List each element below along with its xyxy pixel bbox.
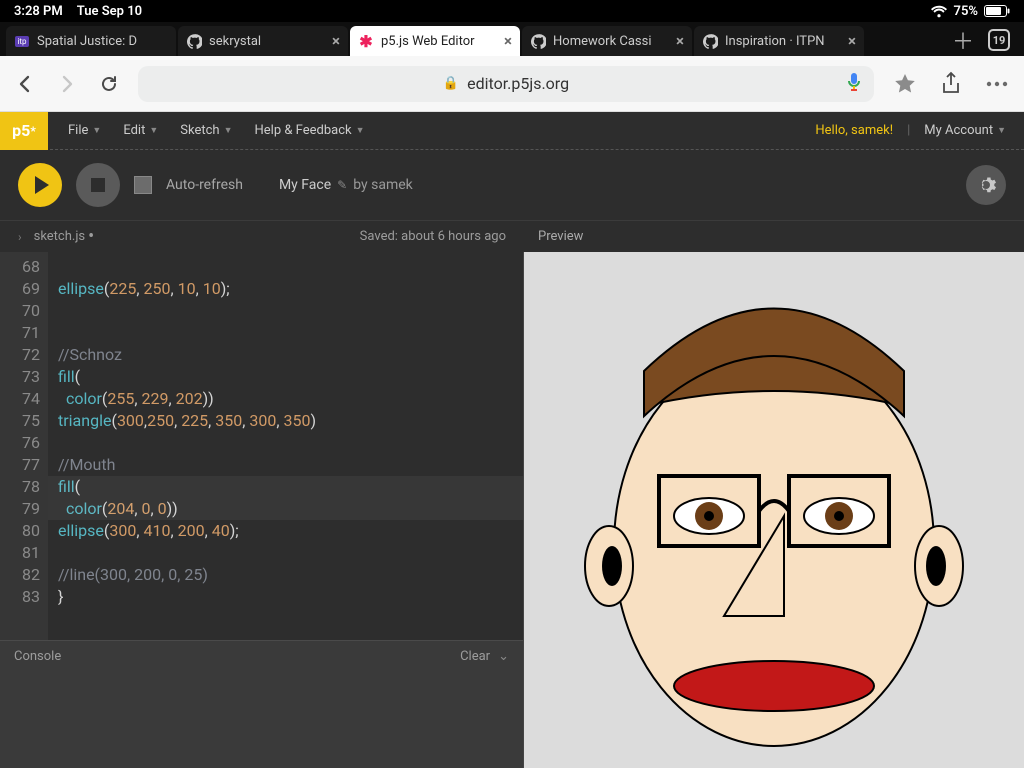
auto-refresh-checkbox[interactable] <box>134 176 152 194</box>
back-button[interactable] <box>12 71 38 97</box>
chevron-down-icon: ▼ <box>92 125 101 136</box>
preview-label: Preview <box>524 229 583 244</box>
gear-icon <box>976 175 996 195</box>
sketch-title[interactable]: My Face <box>279 177 331 193</box>
preview-panel <box>524 252 1024 768</box>
tab-close-icon[interactable]: × <box>676 32 684 50</box>
battery-icon <box>984 5 1010 17</box>
mic-icon[interactable] <box>846 72 862 96</box>
tab-p5-editor[interactable]: ✱ p5.js Web Editor × <box>350 26 520 56</box>
menu-file-label: File <box>68 123 88 138</box>
favicon-github <box>530 33 546 49</box>
tab-close-icon[interactable]: × <box>848 32 856 50</box>
tab-homework[interactable]: Homework Cassi × <box>522 26 692 56</box>
tab-close-icon[interactable]: × <box>504 32 512 50</box>
share-icon[interactable] <box>936 71 966 97</box>
sidebar-toggle-chevron[interactable]: › <box>0 230 34 244</box>
browser-address-bar: 🔒 editor.p5js.org <box>0 56 1024 112</box>
p5-menu-bar: p5* File ▼ Edit ▼ Sketch ▼ Help & Feedback ▼… <box>0 112 1024 150</box>
settings-gear-button[interactable] <box>966 165 1006 205</box>
main-split: 68697071727374757677787980818283 ellipse… <box>0 252 1024 768</box>
file-tab-name[interactable]: sketch.js <box>34 229 86 244</box>
auto-refresh-label: Auto-refresh <box>166 177 243 193</box>
url-text: editor.p5js.org <box>467 74 569 93</box>
chevron-down-icon: ▼ <box>356 125 365 136</box>
forward-button[interactable] <box>54 71 80 97</box>
new-tab-button[interactable]: ＋ <box>952 24 974 56</box>
wifi-icon <box>930 5 948 18</box>
console-header: Console Clear ⌄ <box>0 640 523 672</box>
play-button[interactable] <box>18 163 62 207</box>
console-label: Console <box>14 649 61 664</box>
chevron-down-icon: ▼ <box>224 125 233 136</box>
p5-logo[interactable]: p5* <box>0 112 48 150</box>
chevron-down-icon[interactable]: ⌄ <box>498 649 509 664</box>
tab-close-icon[interactable]: × <box>332 32 340 50</box>
file-header: › sketch.js • Saved: about 6 hours ago P… <box>0 220 1024 252</box>
tab-title: Spatial Justice: D <box>37 34 168 49</box>
tab-sekrystal[interactable]: sekrystal × <box>178 26 348 56</box>
browser-tab-strip: itp Spatial Justice: D sekrystal × ✱ p5.… <box>0 22 1024 56</box>
console-clear-button[interactable]: Clear <box>460 649 490 664</box>
status-time: 3:28 PM <box>14 4 63 19</box>
unsaved-dot-icon: • <box>88 233 94 241</box>
url-box[interactable]: 🔒 editor.p5js.org <box>138 66 874 102</box>
tab-title: Inspiration · ITPN <box>725 34 841 49</box>
divider: | <box>907 123 910 138</box>
greeting-text: Hello, samek! <box>815 123 893 138</box>
chevron-down-icon: ▼ <box>997 125 1006 136</box>
console-body[interactable] <box>0 672 523 768</box>
menu-sketch-label: Sketch <box>180 123 219 138</box>
menu-my-account[interactable]: My Account ▼ <box>924 123 1006 138</box>
menu-sketch[interactable]: Sketch ▼ <box>180 123 232 138</box>
menu-help[interactable]: Help & Feedback ▼ <box>254 123 364 138</box>
reload-button[interactable] <box>96 71 122 97</box>
status-date: Tue Sep 10 <box>77 4 142 19</box>
stop-button[interactable] <box>76 163 120 207</box>
editor-toolbar: Auto-refresh My Face ✎ by samek <box>0 150 1024 220</box>
code-body[interactable]: ellipse(225, 250, 10, 10); //Schnozfill(… <box>48 252 523 640</box>
more-icon[interactable] <box>982 80 1012 88</box>
tab-spatial-justice[interactable]: itp Spatial Justice: D <box>6 26 176 56</box>
menu-file[interactable]: File ▼ <box>68 123 101 138</box>
bookmark-star-icon[interactable] <box>890 72 920 96</box>
tab-title: sekrystal <box>209 34 325 49</box>
menu-help-label: Help & Feedback <box>254 123 351 138</box>
pencil-icon[interactable]: ✎ <box>337 178 347 192</box>
menu-edit-label: Edit <box>123 123 145 138</box>
line-gutter: 68697071727374757677787980818283 <box>0 252 48 640</box>
chevron-down-icon: ▼ <box>149 125 158 136</box>
tab-count-button[interactable]: 19 <box>988 29 1010 51</box>
tab-inspiration[interactable]: Inspiration · ITPN × <box>694 26 864 56</box>
favicon-p5: ✱ <box>358 33 374 49</box>
saved-status: Saved: about 6 hours ago <box>360 229 506 244</box>
tab-title: p5.js Web Editor <box>381 34 497 49</box>
menu-my-account-label: My Account <box>924 123 993 138</box>
battery-pct: 75% <box>954 4 978 19</box>
tab-title: Homework Cassi <box>553 34 669 49</box>
by-author: by samek <box>353 177 413 193</box>
code-panel: 68697071727374757677787980818283 ellipse… <box>0 252 524 768</box>
ipad-status-bar: 3:28 PM Tue Sep 10 75% <box>0 0 1024 22</box>
sketch-preview-canvas <box>534 266 1014 766</box>
favicon-github <box>186 33 202 49</box>
code-editor[interactable]: 68697071727374757677787980818283 ellipse… <box>0 252 523 640</box>
lock-icon: 🔒 <box>443 76 459 91</box>
favicon-itp: itp <box>14 33 30 49</box>
favicon-github <box>702 33 718 49</box>
menu-edit[interactable]: Edit ▼ <box>123 123 158 138</box>
